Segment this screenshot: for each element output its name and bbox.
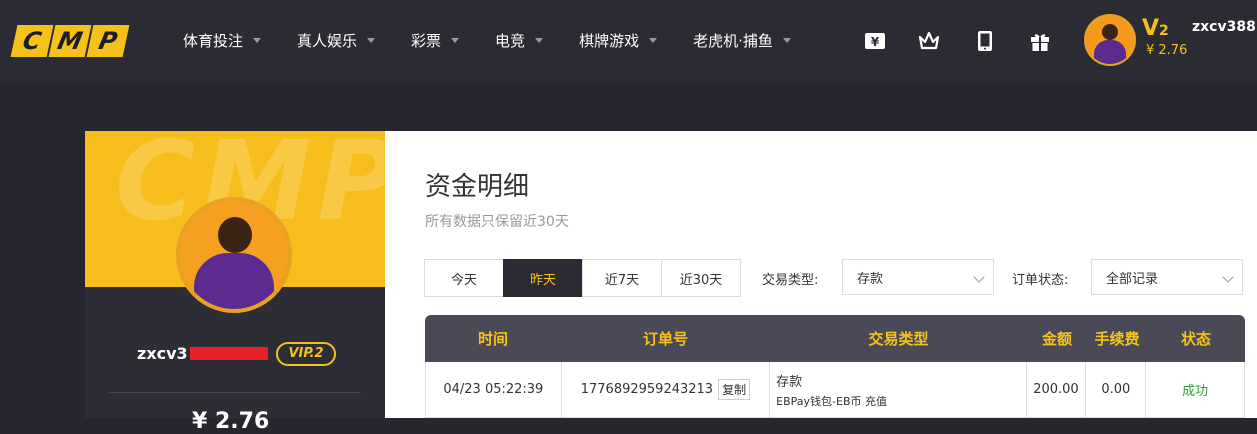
balance: ¥ 2.76	[1146, 43, 1188, 58]
nav-label: 棋牌游戏	[579, 32, 640, 50]
cell-order: 1776892959243213 复制	[562, 362, 771, 417]
top-nav: C M P 体育投注 真人娱乐 彩票 电竞 棋牌游戏 老虎机·捕鱼 ¥ V2 ¥…	[0, 0, 1257, 84]
chevron-down-icon	[367, 38, 376, 43]
period-7days-button[interactable]: 近7天	[582, 259, 662, 297]
gift-icon[interactable]	[1029, 30, 1051, 52]
nav-item-esports[interactable]: 电竞	[495, 30, 544, 51]
column-header-order: 订单号	[642, 330, 688, 348]
username-text: zxcv3	[137, 344, 188, 363]
page-title: 资金明细	[425, 172, 530, 202]
type-filter-label: 交易类型:	[762, 273, 819, 288]
nav-item-live-casino[interactable]: 真人娱乐	[297, 30, 376, 51]
vip-level: V2	[1142, 18, 1169, 42]
cell-amount: 200.00	[1027, 362, 1087, 417]
chevron-down-icon	[1222, 271, 1234, 283]
type-detail: EBPay钱包-EB币 充值	[776, 394, 888, 408]
chevron-down-icon	[973, 271, 985, 283]
nav-label: 体育投注	[183, 32, 244, 50]
chevron-down-icon	[451, 38, 460, 43]
main-nav: 体育投注 真人娱乐 彩票 电竞 棋牌游戏 老虎机·捕鱼	[183, 30, 827, 51]
divider	[109, 392, 361, 393]
nav-item-card-games[interactable]: 棋牌游戏	[579, 30, 658, 51]
vip-number: 2	[1159, 23, 1169, 39]
status-filter-label: 订单状态:	[1012, 273, 1069, 288]
profile-username: zxcv3	[137, 344, 268, 363]
page-subtitle: 所有数据只保留近30天	[425, 214, 569, 230]
period-30days-button[interactable]: 近30天	[661, 259, 741, 297]
transactions-table: 时间 订单号 交易类型 金额 手续费 状态 04/23 05:22:39 177…	[425, 315, 1245, 418]
header-username[interactable]: zxcv388	[1192, 19, 1256, 35]
avatar-figure-head	[218, 217, 252, 253]
order-number: 1776892959243213	[580, 382, 714, 397]
nav-label: 电竞	[495, 32, 526, 50]
logo-letter: M	[48, 25, 92, 57]
nav-item-lottery[interactable]: 彩票	[411, 30, 460, 51]
crown-icon[interactable]	[918, 30, 940, 52]
column-header-fee: 手续费	[1094, 330, 1140, 348]
yen-ticket-icon[interactable]: ¥	[864, 30, 886, 52]
avatar-figure-body	[1094, 40, 1126, 64]
vip-badge: VIP.2	[276, 342, 336, 366]
logo-letter: C	[10, 25, 54, 57]
tablet-icon[interactable]	[974, 30, 996, 52]
vip-letter: V	[1142, 16, 1160, 41]
avatar-figure-head	[1102, 24, 1118, 40]
period-filter: 今天 昨天 近7天 近30天	[424, 259, 741, 297]
period-yesterday-button[interactable]: 昨天	[503, 259, 583, 297]
cell-time: 04/23 05:22:39	[426, 362, 562, 417]
cell-status: 成功	[1182, 384, 1209, 399]
nav-item-slots-fishing[interactable]: 老虎机·捕鱼	[693, 30, 791, 51]
redaction-bar	[189, 347, 268, 360]
period-today-button[interactable]: 今天	[424, 259, 504, 297]
column-header-time: 时间	[477, 330, 508, 348]
column-header-status: 状态	[1180, 330, 1211, 348]
column-header-amount: 金额	[1041, 330, 1072, 348]
table-header: 时间 订单号 交易类型 金额 手续费 状态	[425, 315, 1245, 362]
user-avatar[interactable]	[1084, 14, 1136, 66]
type-main: 存款	[776, 374, 803, 390]
fund-details-panel: 资金明细 所有数据只保留近30天 今天 昨天 近7天 近30天 交易类型: 存款…	[385, 131, 1257, 418]
status-select[interactable]: 全部记录	[1091, 259, 1243, 295]
table-row: 04/23 05:22:39 1776892959243213 复制 存款 EB…	[425, 362, 1245, 418]
status-select-value: 全部记录	[1106, 271, 1159, 287]
nav-item-sports[interactable]: 体育投注	[183, 30, 262, 51]
type-select-value: 存款	[857, 271, 884, 287]
svg-text:¥: ¥	[871, 35, 880, 49]
chevron-down-icon	[649, 38, 658, 43]
chevron-down-icon	[535, 38, 544, 43]
nav-label: 真人娱乐	[297, 32, 358, 50]
profile-balance-partial: ¥ 2.76	[192, 409, 270, 434]
chevron-down-icon	[253, 38, 262, 43]
copy-button[interactable]: 复制	[718, 379, 751, 400]
nav-label: 老虎机·捕鱼	[693, 32, 773, 50]
logo[interactable]: C M P	[10, 25, 130, 57]
column-header-type: 交易类型	[868, 330, 929, 348]
avatar-figure-body	[194, 253, 274, 309]
cell-fee: 0.00	[1086, 362, 1147, 417]
cell-type: 存款 EBPay钱包-EB币 充值	[770, 362, 1027, 417]
logo-letter: P	[86, 25, 130, 57]
nav-label: 彩票	[411, 32, 442, 50]
profile-panel: CMP zxcv3 VIP.2 ¥ 2.76	[85, 131, 385, 434]
type-select[interactable]: 存款	[842, 259, 994, 295]
chevron-down-icon	[782, 38, 791, 43]
profile-avatar[interactable]	[176, 197, 292, 313]
